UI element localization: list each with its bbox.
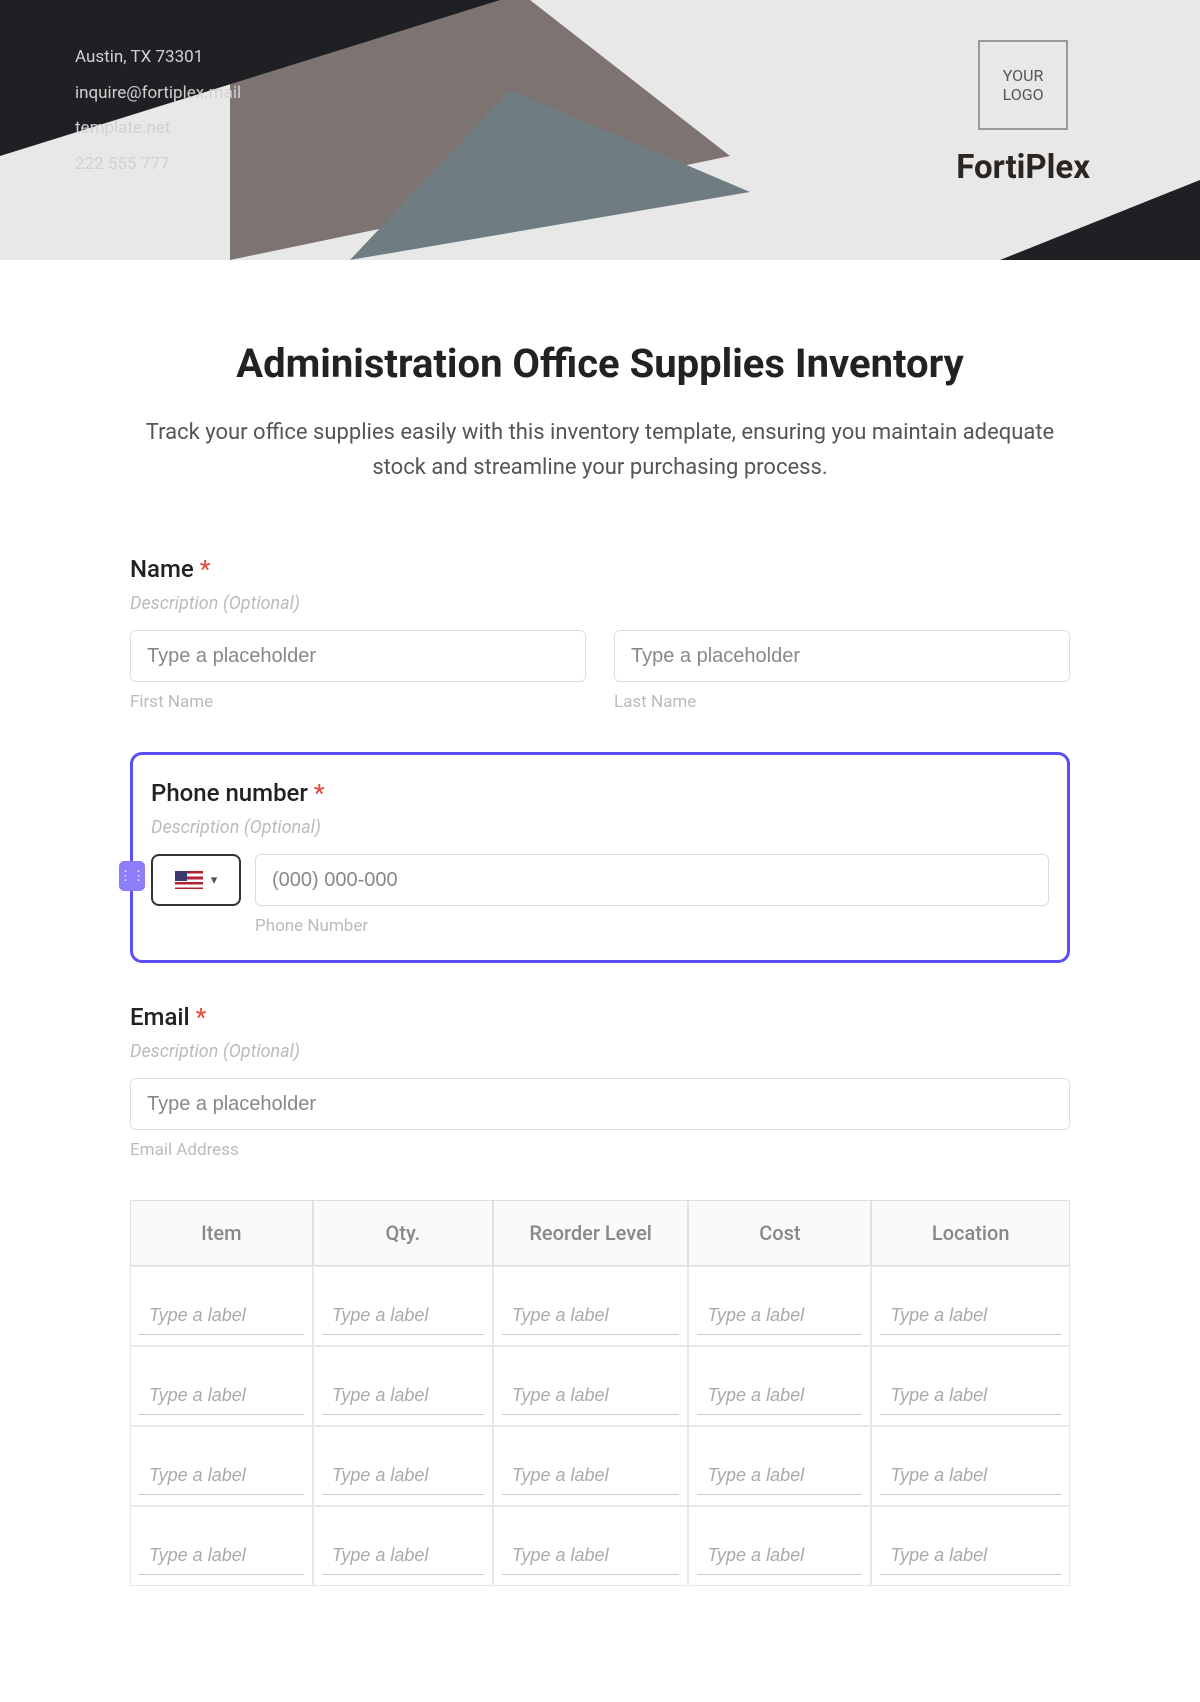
table-cell [493, 1266, 689, 1346]
form-page: Administration Office Supplies Inventory… [0, 260, 1200, 1626]
table-cell [871, 1346, 1070, 1426]
cell-input[interactable] [502, 1377, 680, 1415]
us-flag-icon [175, 871, 203, 889]
email-field-block: Email * Description (Optional) Email Add… [130, 1003, 1070, 1160]
cell-input[interactable] [139, 1297, 304, 1335]
cell-input[interactable] [322, 1297, 484, 1335]
cell-input[interactable] [502, 1297, 680, 1335]
col-cost: Cost [688, 1200, 871, 1266]
table-cell [313, 1506, 493, 1586]
table-row [130, 1426, 1070, 1506]
cell-input[interactable] [697, 1457, 862, 1495]
inventory-table: Item Qty. Reorder Level Cost Location [130, 1200, 1070, 1586]
decor-shape [1000, 180, 1200, 260]
logo-block: YOURLOGO FortiPlex [956, 40, 1090, 187]
country-code-selector[interactable]: ▾ [151, 854, 241, 906]
cell-input[interactable] [322, 1537, 484, 1575]
cell-input[interactable] [322, 1457, 484, 1495]
name-desc: Description (Optional) [130, 593, 1070, 614]
chevron-down-icon: ▾ [211, 873, 218, 888]
name-label: Name * [130, 555, 1070, 583]
table-cell [313, 1426, 493, 1506]
first-name-sublabel: First Name [130, 692, 586, 712]
table-cell [130, 1346, 313, 1426]
required-mark: * [200, 555, 211, 583]
phone-sublabel: Phone Number [255, 916, 1049, 936]
table-header-row: Item Qty. Reorder Level Cost Location [130, 1200, 1070, 1266]
table-cell [130, 1506, 313, 1586]
phone-field-block-selected[interactable]: ⋮⋮ Phone number * Description (Optional)… [130, 752, 1070, 963]
table-cell [688, 1506, 871, 1586]
table-cell [313, 1346, 493, 1426]
table-cell [130, 1426, 313, 1506]
table-cell [688, 1346, 871, 1426]
email-input[interactable] [130, 1078, 1070, 1130]
cell-input[interactable] [697, 1377, 862, 1415]
cell-input[interactable] [880, 1377, 1061, 1415]
cell-input[interactable] [502, 1457, 680, 1495]
last-name-input[interactable] [614, 630, 1070, 682]
page-title: Administration Office Supplies Inventory [130, 340, 1070, 387]
cell-input[interactable] [880, 1537, 1061, 1575]
page-subtitle: Track your office supplies easily with t… [130, 415, 1070, 485]
col-qty: Qty. [313, 1200, 493, 1266]
cell-input[interactable] [502, 1537, 680, 1575]
table-row [130, 1506, 1070, 1586]
required-mark: * [314, 779, 325, 807]
cell-input[interactable] [322, 1377, 484, 1415]
email-sublabel: Email Address [130, 1140, 1070, 1160]
email-desc: Description (Optional) [130, 1041, 1070, 1062]
phone-desc: Description (Optional) [151, 817, 1049, 838]
table-row [130, 1346, 1070, 1426]
logo-placeholder: YOURLOGO [978, 40, 1068, 130]
table-row [130, 1266, 1070, 1346]
contact-info: Austin, TX 73301 inquire@fortiplex.mail … [75, 40, 241, 183]
col-reorder: Reorder Level [493, 1200, 689, 1266]
cell-input[interactable] [139, 1537, 304, 1575]
contact-phone: 222 555 777 [75, 147, 241, 183]
cell-input[interactable] [139, 1457, 304, 1495]
cell-input[interactable] [139, 1377, 304, 1415]
required-mark: * [196, 1003, 207, 1031]
email-label: Email * [130, 1003, 1070, 1031]
contact-email: inquire@fortiplex.mail [75, 76, 241, 112]
cell-input[interactable] [697, 1537, 862, 1575]
cell-input[interactable] [697, 1297, 862, 1335]
brand-name: FortiPlex [956, 148, 1090, 187]
contact-website: template.net [75, 111, 241, 147]
first-name-input[interactable] [130, 630, 586, 682]
name-field-block: Name * Description (Optional) First Name… [130, 555, 1070, 712]
col-item: Item [130, 1200, 313, 1266]
table-cell [871, 1426, 1070, 1506]
col-location: Location [871, 1200, 1070, 1266]
table-cell [493, 1346, 689, 1426]
table-cell [871, 1266, 1070, 1346]
table-cell [688, 1426, 871, 1506]
header-banner: Austin, TX 73301 inquire@fortiplex.mail … [0, 0, 1200, 260]
cell-input[interactable] [880, 1297, 1061, 1335]
phone-label: Phone number * [151, 779, 1049, 807]
phone-number-input[interactable] [255, 854, 1049, 906]
cell-input[interactable] [880, 1457, 1061, 1495]
table-cell [871, 1506, 1070, 1586]
table-cell [130, 1266, 313, 1346]
table-cell [688, 1266, 871, 1346]
drag-handle-icon[interactable]: ⋮⋮ [119, 861, 145, 891]
table-cell [313, 1266, 493, 1346]
table-cell [493, 1426, 689, 1506]
table-cell [493, 1506, 689, 1586]
last-name-sublabel: Last Name [614, 692, 1070, 712]
contact-address: Austin, TX 73301 [75, 40, 241, 76]
